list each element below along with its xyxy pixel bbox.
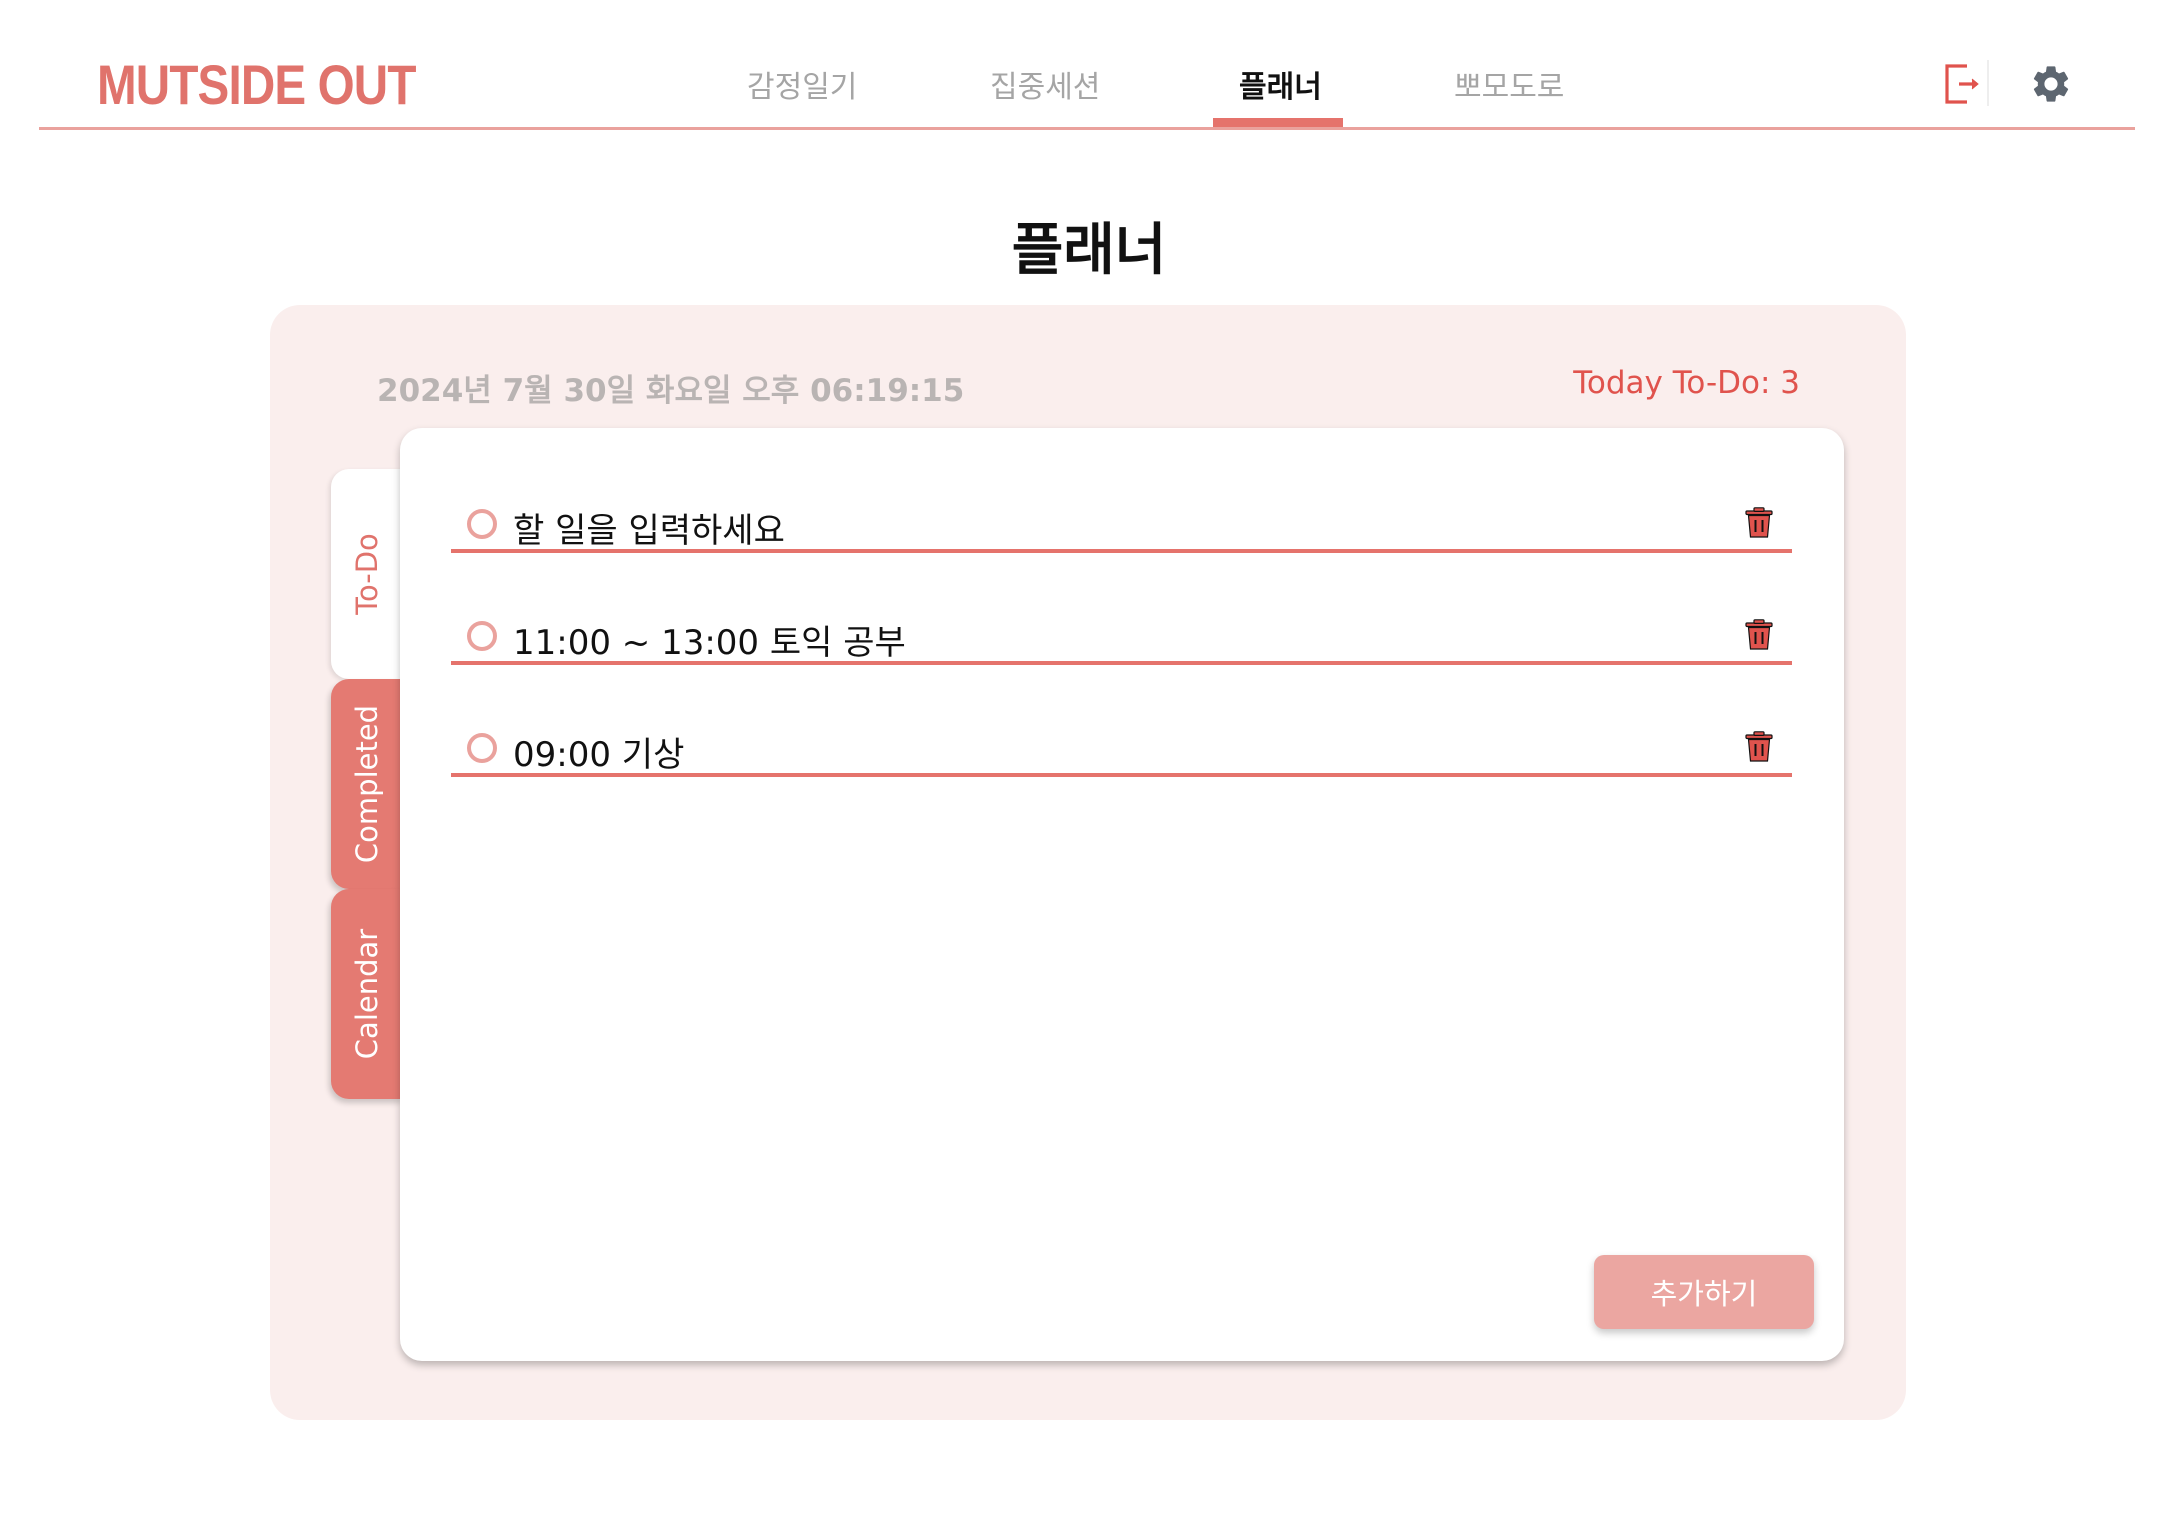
planner-panel: 2024년 7월 30일 화요일 오후 06:19:15 Today To-Do… <box>270 305 1906 1420</box>
today-todo-count: Today To-Do: 3 <box>1573 365 1800 401</box>
todo-item: 할 일을 입력하세요 <box>451 473 1792 553</box>
trash-icon[interactable] <box>1742 729 1776 765</box>
main-nav: 감정일기 집중세션 플래너 뽀모도로 <box>39 0 2135 130</box>
logout-icon[interactable] <box>1939 56 1987 112</box>
gear-icon[interactable] <box>2027 56 2075 112</box>
todo-checkbox[interactable] <box>467 509 497 539</box>
todo-text[interactable]: 11:00 ~ 13:00 토익 공부 <box>513 615 906 664</box>
nav-tab-emotion-diary[interactable]: 감정일기 <box>747 62 857 106</box>
nav-tab-pomodoro[interactable]: 뽀모도로 <box>1454 62 1564 106</box>
todo-checkbox[interactable] <box>467 733 497 763</box>
trash-icon[interactable] <box>1742 617 1776 653</box>
todo-item: 11:00 ~ 13:00 토익 공부 <box>451 585 1792 665</box>
add-todo-button[interactable]: 추가하기 <box>1594 1255 1814 1329</box>
side-tab-completed-label: Completed <box>350 704 385 864</box>
todo-checkbox[interactable] <box>467 621 497 651</box>
todo-text[interactable]: 할 일을 입력하세요 <box>513 503 785 552</box>
current-datetime: 2024년 7월 30일 화요일 오후 06:19:15 <box>377 373 965 409</box>
side-tab-todo[interactable]: To-Do <box>331 469 403 679</box>
todo-card: 할 일을 입력하세요 11:00 ~ 13:00 토익 공부 09:00 기상 … <box>400 428 1844 1361</box>
nav-tab-focus-session[interactable]: 집중세션 <box>990 62 1100 106</box>
side-tab-calendar-label: Calendar <box>350 928 384 1060</box>
page-title: 플래너 <box>1011 218 1167 283</box>
side-tab-calendar[interactable]: Calendar <box>331 889 403 1099</box>
side-tab-todo-label: To-Do <box>350 533 385 615</box>
nav-tab-planner[interactable]: 플래너 <box>1239 62 1322 106</box>
trash-icon[interactable] <box>1742 505 1776 541</box>
active-tab-indicator <box>1213 118 1343 127</box>
todo-item: 09:00 기상 <box>451 697 1792 777</box>
top-navigation-bar: MUTSIDE OUT 감정일기 집중세션 플래너 뽀모도로 <box>39 0 2135 130</box>
side-tab-completed[interactable]: Completed <box>331 679 403 889</box>
todo-text[interactable]: 09:00 기상 <box>513 727 684 776</box>
header-icon-divider <box>1987 60 1989 106</box>
